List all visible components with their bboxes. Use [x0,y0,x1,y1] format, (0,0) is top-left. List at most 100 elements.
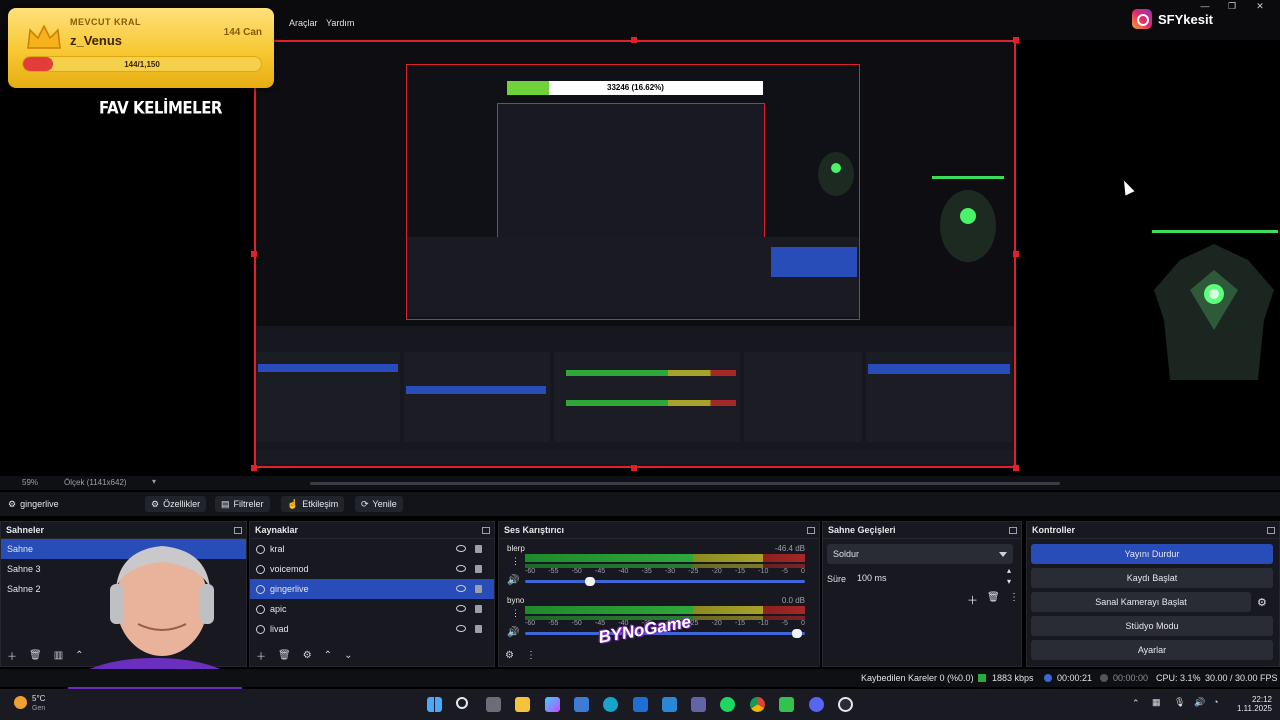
undock-icon[interactable] [1009,527,1017,534]
obs-icon[interactable] [838,697,853,712]
eye-icon[interactable] [456,605,466,612]
resize-handle[interactable] [1013,465,1019,471]
lock-icon[interactable] [475,605,482,613]
eye-icon[interactable] [456,625,466,632]
source-item[interactable]: livad [250,619,494,639]
volume-slider[interactable] [525,577,805,586]
horizontal-scrollbar[interactable] [310,482,1060,485]
discord-icon[interactable] [809,697,824,712]
add-icon[interactable]: ＋ [7,648,17,663]
volume-icon[interactable]: 🔊 [1194,697,1205,708]
transition-select[interactable]: Soldur [827,544,1013,564]
lock-icon[interactable] [475,565,482,573]
kebab-menu-icon[interactable]: ⋮ [511,556,520,567]
resize-handle[interactable] [251,465,257,471]
meter-tick-label: -20 [711,568,722,575]
gear-icon[interactable]: ⚙ [303,650,312,661]
lock-icon[interactable] [475,545,482,553]
network-icon[interactable]: ▦ [1152,697,1161,708]
source-item[interactable]: gingerlive [250,579,494,599]
source-item[interactable]: voicemod [250,559,494,579]
signal-icon [978,674,986,682]
meter-tick-label: -35 [641,568,652,575]
refresh-button[interactable]: ⟳ Yenile [355,496,403,512]
edge-icon[interactable] [603,697,618,712]
lock-icon[interactable] [475,585,482,593]
gear-icon[interactable]: ⚙ [505,650,514,661]
scene-label: Sahne [7,544,34,554]
undock-icon[interactable] [482,527,490,534]
undock-icon[interactable] [807,527,815,534]
stop-stream-button[interactable]: Yayını Durdur [1031,544,1273,564]
chrome-icon[interactable] [750,697,765,712]
properties-button[interactable]: ⚙ Özellikler [145,496,207,512]
chevron-down-icon[interactable]: ▾ [152,477,156,486]
windows-start-icon[interactable] [427,697,442,712]
lock-icon[interactable] [475,625,482,633]
trash-icon[interactable]: 🗑 [278,650,291,661]
undock-icon[interactable] [234,527,242,534]
gear-icon[interactable]: ⚙ [1257,596,1267,609]
selected-source-capture[interactable]: 33246 (16.62%) [254,40,1016,468]
menu-tools[interactable]: Araçlar [289,18,318,28]
duration-input[interactable]: 100 ms [851,568,1013,588]
stepper-down-icon[interactable]: ▾ [1007,577,1011,586]
source-item[interactable]: kral [250,539,494,559]
undock-icon[interactable] [1267,527,1275,534]
maximize-icon[interactable]: ❐ [1226,0,1238,12]
clock[interactable]: 22:12 1.11.2025 [1228,695,1272,713]
app-icon[interactable] [779,697,794,712]
search-icon[interactable] [456,697,468,709]
mic-icon[interactable]: 🎙 [1174,697,1185,708]
chevron-down-icon[interactable]: ⌄ [344,650,352,661]
kebab-menu-icon[interactable]: ⋮ [511,608,520,619]
volume-knob[interactable] [585,577,595,586]
add-icon[interactable]: ＋ [256,648,266,663]
meter-tick-label: -60 [525,620,536,627]
kebab-menu-icon[interactable]: ⋮ [526,650,536,661]
source-item[interactable]: apic [250,599,494,619]
volume-knob[interactable] [792,629,803,638]
eye-icon[interactable] [456,565,466,572]
app-icon[interactable] [662,697,677,712]
chevron-up-icon[interactable]: ⌃ [324,650,332,661]
start-virtual-camera-button[interactable]: Sanal Kamerayı Başlat [1031,592,1251,612]
menu-help[interactable]: Yardım [326,18,354,28]
resize-handle[interactable] [1013,251,1019,257]
stepper-up-icon[interactable]: ▴ [1007,566,1011,575]
copilot-icon[interactable] [545,697,560,712]
studio-mode-button[interactable]: Stüdyo Modu [1031,616,1273,636]
preview-area[interactable]: 33246 (16.62%) FAV KELİMELER [0,37,1280,476]
filters-button[interactable]: ▤ Filtreler [215,496,270,512]
start-recording-button[interactable]: Kaydı Başlat [1031,568,1273,588]
close-icon[interactable]: ✕ [1254,0,1266,12]
add-icon[interactable]: ＋ [967,592,978,608]
speaker-icon[interactable]: 🔊 [507,627,519,638]
meter-tick-label: -60 [525,568,536,575]
resize-handle[interactable] [631,465,637,471]
teams-icon[interactable] [691,697,706,712]
duration-label: Süre [827,574,847,584]
settings-button[interactable]: Ayarlar [1031,640,1273,660]
zoom-level[interactable]: 59% [22,478,38,487]
eye-icon[interactable] [456,545,466,552]
meter-tick-label: -55 [548,568,559,575]
outlook-icon[interactable] [633,697,648,712]
task-view-icon[interactable] [486,697,501,712]
eye-icon[interactable] [456,585,466,592]
wifi-icon[interactable]: ◔ [1213,697,1218,707]
file-explorer-icon[interactable] [515,697,530,712]
speaker-icon[interactable]: 🔊 [507,575,519,586]
resize-handle[interactable] [1013,37,1019,43]
resize-handle[interactable] [631,37,637,43]
resize-handle[interactable] [251,251,257,257]
interact-button[interactable]: ☝ Etkileşim [281,496,345,512]
time: 22:12 [1251,695,1272,704]
kebab-menu-icon[interactable]: ⋮ [1009,592,1019,603]
trash-icon[interactable]: 🗑 [29,650,42,661]
store-icon[interactable] [574,697,589,712]
trash-icon[interactable]: 🗑 [987,592,1000,603]
chevron-up-icon[interactable]: ⌃ [1132,698,1140,709]
nested-mixer-panel [554,352,740,442]
spotify-icon[interactable] [720,697,735,712]
